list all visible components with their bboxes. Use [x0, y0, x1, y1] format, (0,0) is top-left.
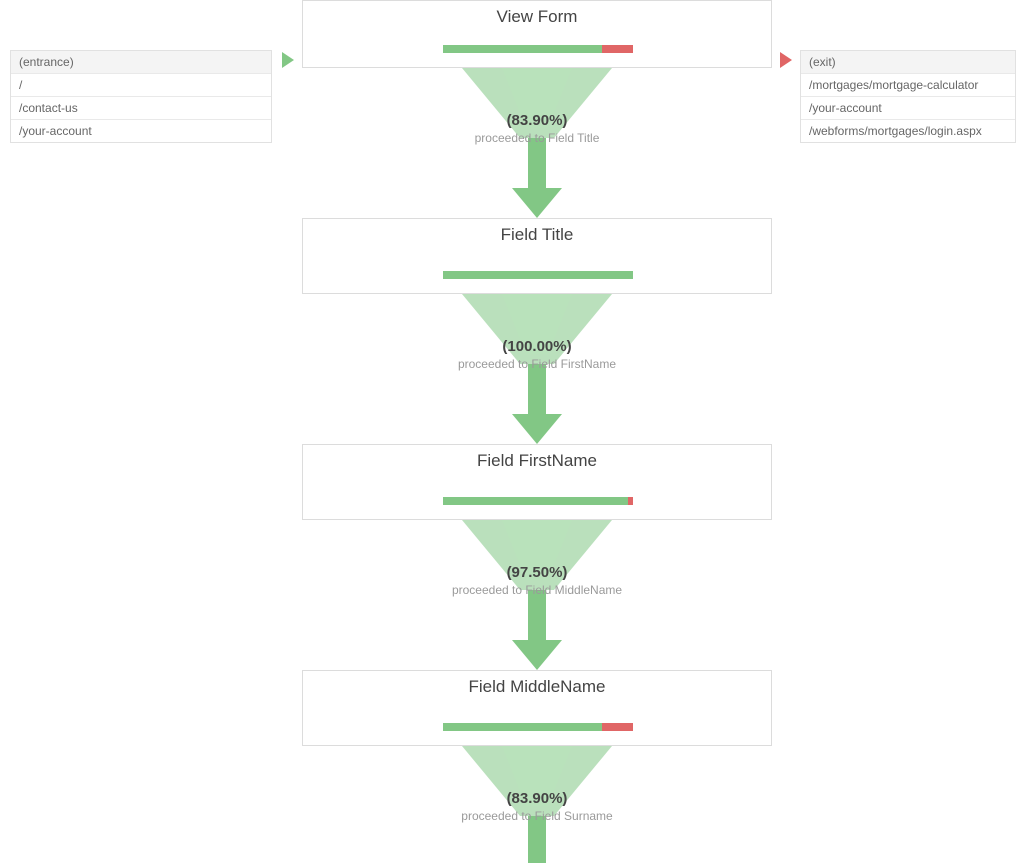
exit-path[interactable]: /mortgages/mortgage-calculator [801, 74, 1015, 97]
entrance-path[interactable]: /contact-us [11, 97, 271, 120]
entrance-path[interactable]: / [11, 74, 271, 97]
funnel-connector: (100.00%)proceeded to Field FirstName [302, 294, 772, 444]
proceed-percentage: (83.90%) [302, 746, 772, 807]
funnel-stage[interactable]: Field Title [302, 218, 772, 294]
proceed-caption: proceeded to Field Surname [302, 807, 772, 823]
exit-paths-table: (exit) /mortgages/mortgage-calculator /y… [800, 50, 1016, 143]
dropoff-bar [602, 45, 633, 53]
entrance-arrow-icon [282, 52, 294, 68]
stage-title: Field Title [303, 219, 771, 245]
proceed-caption: proceeded to Field FirstName [302, 355, 772, 371]
stage-title: View Form [303, 1, 771, 27]
funnel-stage[interactable]: Field MiddleName [302, 670, 772, 746]
proceed-bar [443, 497, 633, 505]
proceed-caption: proceeded to Field Title [302, 129, 772, 145]
stage-title: Field MiddleName [303, 671, 771, 697]
exit-path[interactable]: /your-account [801, 97, 1015, 120]
entrance-header: (entrance) [11, 51, 271, 74]
exit-arrow-icon [780, 52, 792, 68]
proceed-caption: proceeded to Field MiddleName [302, 581, 772, 597]
stage-title: Field FirstName [303, 445, 771, 471]
entrance-path[interactable]: /your-account [11, 120, 271, 142]
funnel-connector: (83.90%)proceeded to Field Title [302, 68, 772, 218]
proceed-percentage: (97.50%) [302, 520, 772, 581]
proceed-percentage: (83.90%) [302, 68, 772, 129]
entrance-paths-table: (entrance) / /contact-us /your-account [10, 50, 272, 143]
funnel-connector: (97.50%)proceeded to Field MiddleName [302, 520, 772, 670]
dropoff-bar [628, 497, 633, 505]
proceed-bar [443, 45, 633, 53]
proceed-bar [443, 723, 633, 731]
proceed-bar [443, 271, 633, 279]
dropoff-bar [602, 723, 633, 731]
funnel-stage[interactable]: Field FirstName [302, 444, 772, 520]
exit-header: (exit) [801, 51, 1015, 74]
funnel-diagram: (entrance) / /contact-us /your-account (… [0, 0, 1024, 863]
funnel-connector: (83.90%)proceeded to Field Surname [302, 746, 772, 863]
exit-path[interactable]: /webforms/mortgages/login.aspx [801, 120, 1015, 142]
proceed-percentage: (100.00%) [302, 294, 772, 355]
funnel-stage[interactable]: View Form [302, 0, 772, 68]
